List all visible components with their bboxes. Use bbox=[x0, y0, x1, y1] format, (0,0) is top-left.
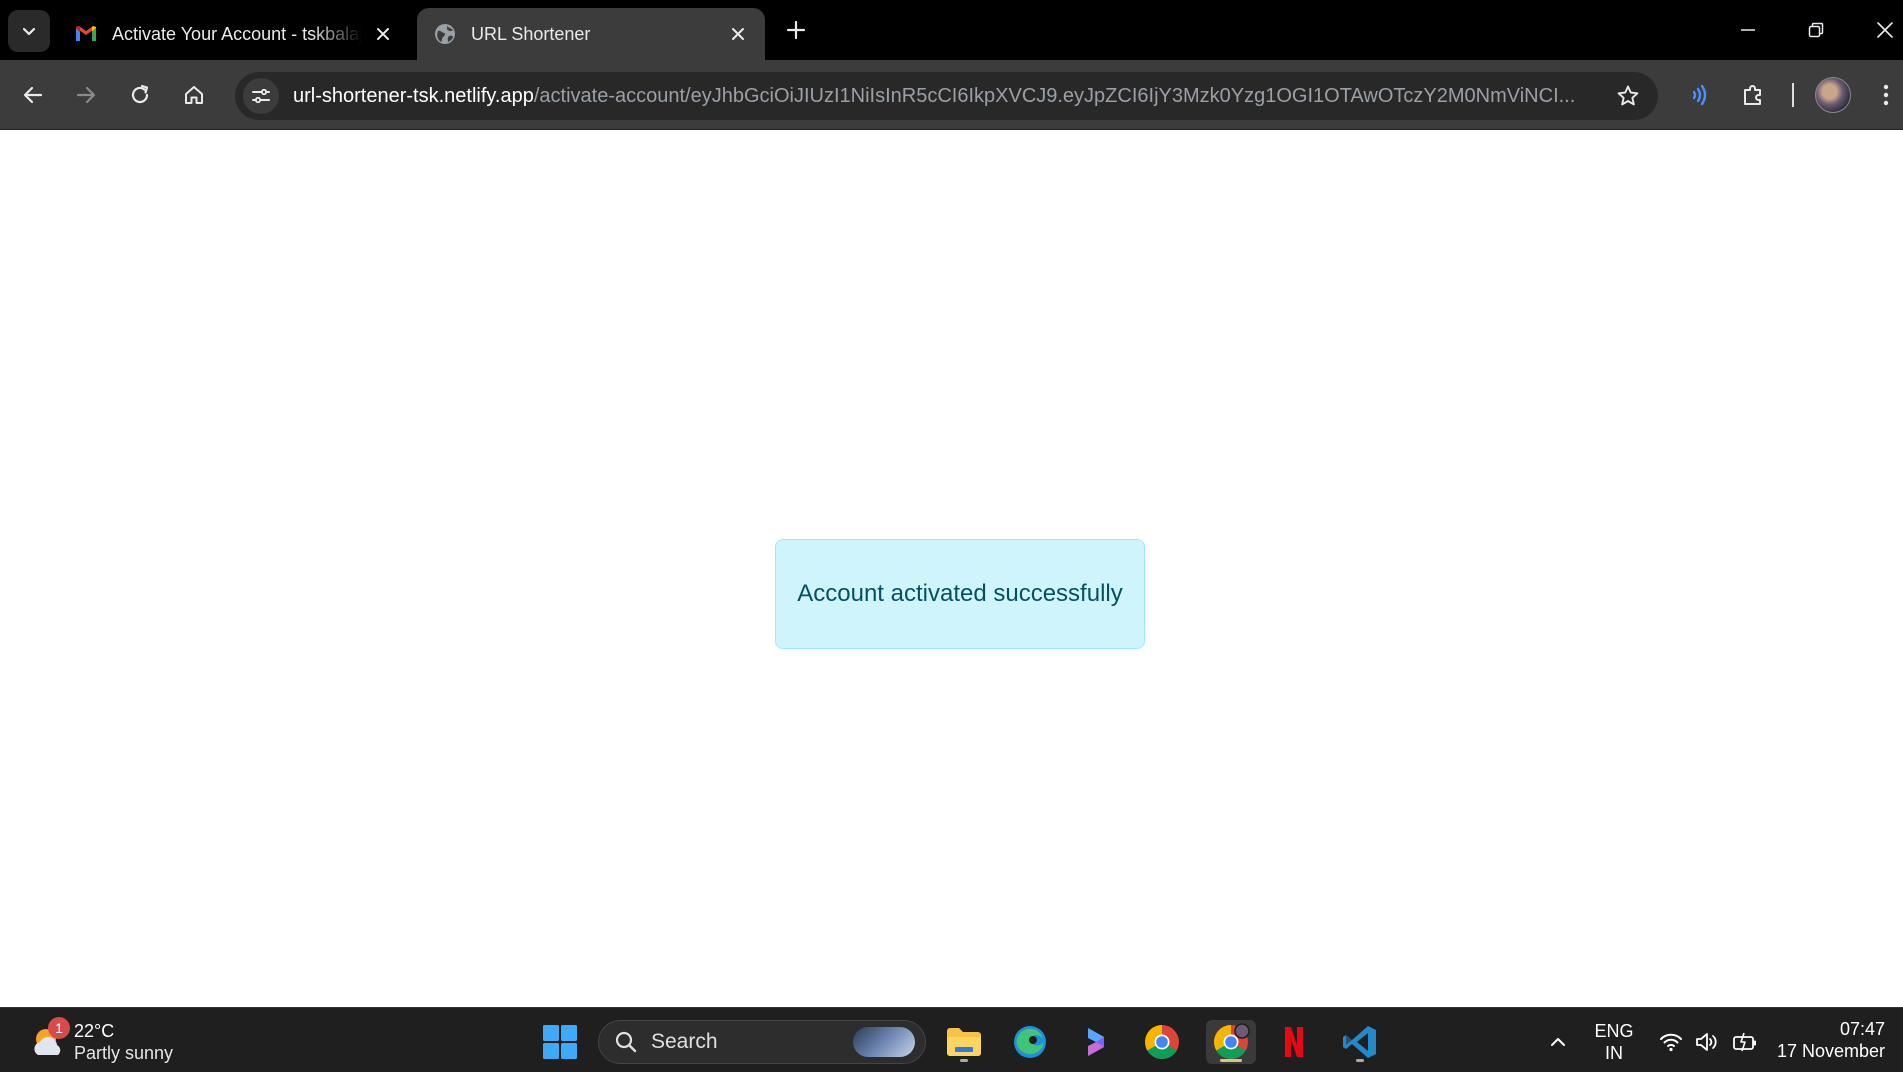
language-region: IN bbox=[1605, 1043, 1623, 1063]
taskbar-chrome[interactable] bbox=[1140, 1020, 1184, 1064]
netflix-icon bbox=[1285, 1027, 1303, 1057]
clock-time: 07:47 bbox=[1839, 1019, 1885, 1039]
weather-widget[interactable]: 1 22°C Partly sunny bbox=[28, 1017, 173, 1064]
windows-taskbar: 1 22°C Partly sunny Search ENG IN 07:47 … bbox=[0, 1007, 1903, 1072]
wifi-icon bbox=[1660, 1033, 1682, 1052]
address-bar[interactable]: url-shortener-tsk.netlify.app/activate-a… bbox=[235, 72, 1658, 120]
wifi-button[interactable] bbox=[1651, 1020, 1691, 1064]
taskbar-vscode[interactable] bbox=[1338, 1020, 1382, 1064]
chrome-icon bbox=[1145, 1025, 1179, 1059]
chevron-up-icon bbox=[1551, 1038, 1565, 1046]
profile-avatar[interactable] bbox=[1815, 77, 1851, 113]
restore-button[interactable] bbox=[1799, 14, 1833, 46]
close-tab-button[interactable] bbox=[727, 23, 749, 45]
tab-title: URL Shortener bbox=[471, 23, 591, 44]
running-indicator bbox=[960, 1059, 968, 1062]
vscode-icon bbox=[1343, 1026, 1376, 1058]
language-code: ENG bbox=[1594, 1021, 1634, 1041]
extensions-button[interactable] bbox=[1733, 75, 1773, 115]
speaker-icon bbox=[1696, 1033, 1717, 1051]
search-label: Search bbox=[651, 1030, 718, 1053]
url-path: /activate-account/eyJhbGciOiJIUzI1NiIsIn… bbox=[533, 84, 1576, 107]
arrow-right-icon bbox=[76, 86, 96, 104]
alert-message: Account activated successfully bbox=[797, 580, 1123, 607]
partly-sunny-icon: 1 bbox=[28, 1017, 70, 1063]
battery-button[interactable] bbox=[1725, 1020, 1765, 1064]
menu-button[interactable] bbox=[1866, 75, 1903, 115]
star-icon bbox=[1617, 85, 1639, 106]
battery-charging-icon bbox=[1733, 1032, 1756, 1052]
reload-button[interactable] bbox=[120, 75, 160, 115]
back-button[interactable] bbox=[13, 75, 53, 115]
bookmark-button[interactable] bbox=[1612, 80, 1644, 112]
running-indicator bbox=[1356, 1059, 1364, 1062]
puzzle-icon bbox=[1744, 85, 1761, 105]
weather-text: 22°C Partly sunny bbox=[74, 1020, 173, 1064]
copilot-icon bbox=[1088, 1028, 1104, 1056]
new-tab-button[interactable] bbox=[780, 14, 812, 46]
tab-strip: Activate Your Account - tskbalaji URL Sh… bbox=[0, 0, 1903, 60]
folder-icon bbox=[947, 1028, 981, 1056]
close-icon bbox=[732, 28, 744, 40]
forward-button[interactable] bbox=[66, 75, 106, 115]
tab-title: Activate Your Account - tskbalaji bbox=[112, 23, 362, 44]
close-window-button[interactable] bbox=[1868, 14, 1902, 46]
tab-url-shortener[interactable]: URL Shortener bbox=[417, 8, 765, 60]
page-content: Account activated successfully bbox=[0, 131, 1903, 1007]
success-alert: Account activated successfully bbox=[775, 539, 1145, 649]
site-info-button[interactable] bbox=[243, 78, 279, 114]
gmail-icon bbox=[76, 26, 96, 41]
show-hidden-icons-button[interactable] bbox=[1535, 1020, 1581, 1064]
minimize-icon bbox=[1741, 29, 1755, 31]
taskbar-search[interactable]: Search bbox=[598, 1020, 926, 1064]
tune-icon bbox=[252, 88, 270, 104]
search-highlight-image bbox=[853, 1027, 915, 1057]
active-indicator bbox=[1220, 1059, 1242, 1062]
close-tab-button[interactable] bbox=[372, 23, 394, 45]
start-button[interactable] bbox=[538, 1020, 582, 1064]
minimize-button[interactable] bbox=[1731, 14, 1765, 46]
volume-button[interactable] bbox=[1688, 1020, 1728, 1064]
chrome-icon bbox=[1214, 1023, 1250, 1059]
chevron-down-icon bbox=[22, 27, 36, 36]
tab-gmail[interactable]: Activate Your Account - tskbalaji bbox=[58, 8, 410, 60]
toolbar-divider bbox=[1792, 83, 1794, 107]
close-icon bbox=[377, 28, 389, 40]
plus-icon bbox=[786, 20, 806, 40]
arrow-left-icon bbox=[23, 86, 43, 104]
sound-waves-icon bbox=[1692, 84, 1707, 106]
search-icon bbox=[613, 1029, 639, 1055]
taskbar-netflix[interactable] bbox=[1272, 1020, 1316, 1064]
taskbar-copilot[interactable] bbox=[1074, 1020, 1118, 1064]
more-vertical-icon bbox=[1883, 84, 1889, 106]
url-host: url-shortener-tsk.netlify.app bbox=[293, 84, 534, 107]
globe-icon bbox=[435, 24, 455, 44]
weather-badge: 1 bbox=[48, 1017, 70, 1039]
weather-temperature: 22°C bbox=[74, 1021, 115, 1041]
clock-date: 17 November bbox=[1776, 1041, 1885, 1061]
close-icon bbox=[1877, 22, 1893, 38]
browser-toolbar: url-shortener-tsk.netlify.app/activate-a… bbox=[0, 60, 1903, 130]
weather-condition: Partly sunny bbox=[74, 1043, 174, 1063]
read-aloud-button[interactable] bbox=[1678, 75, 1718, 115]
taskbar-chrome-profile[interactable] bbox=[1206, 1020, 1256, 1064]
home-icon bbox=[185, 86, 203, 104]
url-text: url-shortener-tsk.netlify.app/activate-a… bbox=[293, 85, 1598, 108]
reload-icon bbox=[131, 84, 149, 104]
taskbar-edge[interactable] bbox=[1008, 1020, 1052, 1064]
edge-icon bbox=[1014, 1026, 1046, 1058]
home-button[interactable] bbox=[174, 75, 214, 115]
clock[interactable]: 07:47 17 November bbox=[1777, 1018, 1885, 1062]
taskbar-file-explorer[interactable] bbox=[942, 1020, 986, 1064]
windows-logo-icon bbox=[543, 1025, 577, 1059]
restore-icon bbox=[1808, 22, 1824, 38]
language-indicator[interactable]: ENG IN bbox=[1594, 1020, 1634, 1064]
tab-search-button[interactable] bbox=[8, 10, 50, 52]
